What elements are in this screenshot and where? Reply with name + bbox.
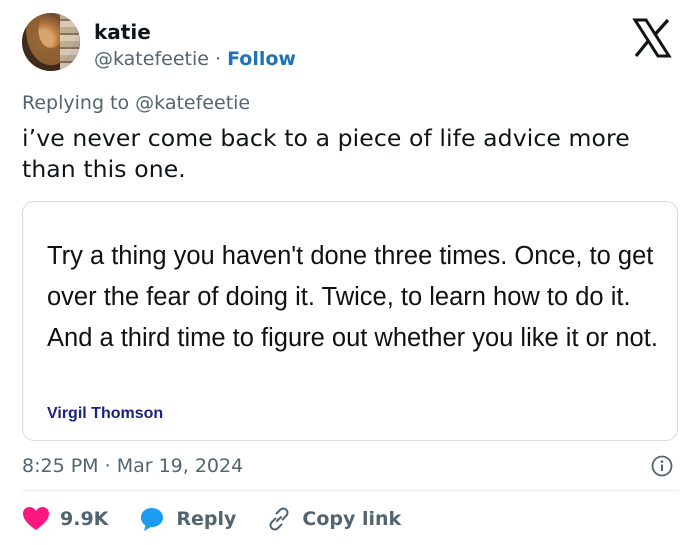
divider bbox=[22, 490, 678, 491]
info-icon[interactable] bbox=[651, 455, 673, 477]
action-bar: 9.9K Reply Copy link bbox=[22, 504, 431, 534]
like-button[interactable]: 9.9K bbox=[22, 506, 108, 532]
copy-link-button[interactable]: Copy link bbox=[266, 506, 401, 532]
replying-prefix: Replying to bbox=[22, 92, 130, 114]
quote-text: Try a thing you haven't done three times… bbox=[47, 242, 658, 352]
tweet-text: i’ve never come back to a piece of life … bbox=[22, 124, 630, 183]
reply-bubble-icon bbox=[141, 508, 164, 531]
tweet-date: Mar 19, 2024 bbox=[116, 455, 244, 477]
link-icon bbox=[269, 507, 289, 531]
avatar-background bbox=[60, 13, 80, 71]
reply-label: Reply bbox=[176, 508, 237, 530]
x-logo-icon[interactable] bbox=[632, 18, 672, 58]
handle-separator: · bbox=[214, 48, 222, 70]
author-handle-line: @katefeetie · Follow bbox=[94, 48, 296, 70]
author-handle[interactable]: @katefeetie bbox=[94, 48, 209, 70]
tweet-time: 8:25 PM bbox=[22, 455, 99, 477]
time-separator: · bbox=[104, 455, 111, 477]
replying-handle[interactable]: @katefeetie bbox=[135, 92, 250, 114]
heart-icon bbox=[23, 507, 49, 530]
quote-author: Virgil Thomson bbox=[47, 405, 164, 422]
author-name[interactable]: katie bbox=[94, 20, 151, 44]
copy-link-label: Copy link bbox=[302, 508, 402, 530]
replying-to: Replying to @katefeetie bbox=[22, 92, 250, 114]
quote-card[interactable]: Try a thing you haven't done three times… bbox=[22, 201, 678, 441]
timestamp[interactable]: 8:25 PM · Mar 19, 2024 bbox=[22, 455, 243, 477]
reply-button[interactable]: Reply bbox=[138, 506, 236, 532]
avatar[interactable] bbox=[22, 13, 80, 71]
like-count: 9.9K bbox=[60, 508, 109, 530]
follow-button[interactable]: Follow bbox=[227, 48, 296, 70]
